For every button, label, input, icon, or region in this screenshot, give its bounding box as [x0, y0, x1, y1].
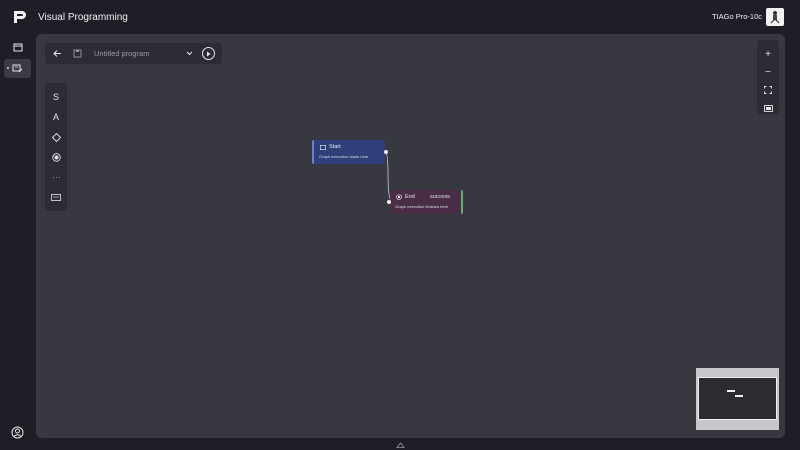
- sidebar-item-calendar[interactable]: [4, 37, 31, 56]
- end-node-description: Graph execution finishes here: [395, 204, 449, 209]
- calendar-icon: [13, 43, 22, 51]
- program-editor-icon: [12, 64, 23, 72]
- robot-name[interactable]: TIAGo Pro-10c: [712, 12, 762, 21]
- minimap-end-node: [735, 395, 743, 397]
- sidebar-item-visual-programming[interactable]: [4, 59, 31, 78]
- start-output-port[interactable]: [384, 150, 388, 154]
- start-node-description: Graph execution starts here: [319, 154, 369, 159]
- end-node[interactable]: End success Graph execution finishes her…: [387, 190, 463, 214]
- end-node-status: success: [430, 194, 450, 200]
- edge-start-to-end[interactable]: [36, 34, 785, 438]
- start-node[interactable]: Start Graph execution starts here: [312, 140, 388, 164]
- start-node-header: Start: [320, 144, 341, 150]
- user-account-button[interactable]: [10, 425, 24, 439]
- end-node-title: End: [405, 194, 415, 200]
- minimap[interactable]: [696, 368, 779, 430]
- active-indicator: [7, 67, 9, 69]
- robot-avatar[interactable]: [766, 8, 784, 26]
- bottom-panel-handle-icon[interactable]: [396, 442, 405, 448]
- page-title: Visual Programming: [38, 12, 128, 23]
- end-node-header: End: [396, 194, 415, 200]
- app-window: Visual Programming TIAGo Pro-10c Untitle…: [0, 0, 800, 450]
- pal-logo-icon: [14, 11, 26, 23]
- start-node-title: Start: [329, 144, 341, 150]
- user-icon: [11, 426, 23, 438]
- target-icon: [396, 194, 402, 200]
- robot-icon: [770, 11, 780, 24]
- graph-canvas[interactable]: Untitled program S A + − Start Graph exe…: [36, 34, 785, 438]
- minimap-start-node: [727, 390, 735, 392]
- start-icon: [320, 144, 326, 150]
- minimap-viewport[interactable]: [698, 377, 777, 420]
- end-input-port[interactable]: [387, 200, 391, 204]
